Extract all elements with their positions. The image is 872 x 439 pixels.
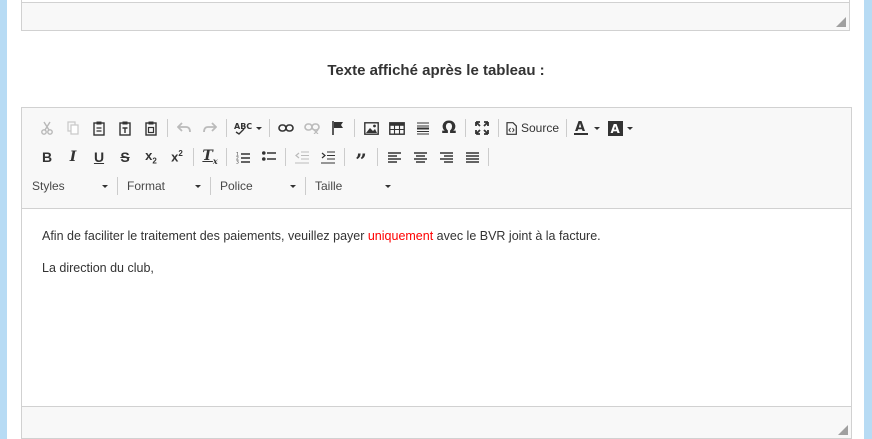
image-icon[interactable] [358, 116, 384, 140]
toolbar-row-2: B I U S x2 x2 Tx 123 ” [34, 145, 492, 171]
source-button[interactable]: Source [502, 116, 563, 140]
styles-dropdown-label: Styles [32, 179, 65, 193]
toolbar-separator [354, 119, 355, 137]
anchor-flag-icon[interactable] [325, 116, 351, 140]
table-icon[interactable] [384, 116, 410, 140]
size-dropdown-label: Taille [315, 179, 343, 193]
background-color-icon: A [608, 120, 624, 136]
svg-text:A: A [575, 120, 585, 135]
toolbar-separator [488, 148, 489, 166]
chevron-down-icon [195, 184, 201, 188]
underline-icon[interactable]: U [86, 145, 112, 169]
outdent-icon[interactable] [289, 145, 315, 169]
undo-icon[interactable] [171, 116, 197, 140]
paste-word-icon[interactable] [138, 116, 164, 140]
paste-text-icon[interactable] [112, 116, 138, 140]
font-dropdown[interactable]: Police [214, 174, 302, 198]
editor-heading: Texte affiché après le tableau : [327, 62, 545, 79]
copy-icon[interactable] [60, 116, 86, 140]
rich-text-editor: ABC Ω Source A A B I U S x2 x2 Tx 1 2 3 … [21, 107, 852, 439]
toolbar-separator [465, 119, 466, 137]
highlighted-text: uniquement [367, 229, 434, 243]
align-justify-icon[interactable] [459, 145, 485, 169]
remove-format-icon[interactable]: Tx [197, 145, 223, 169]
chevron-down-icon [290, 184, 296, 188]
subscript-icon[interactable]: x2 [138, 145, 164, 169]
styles-dropdown[interactable]: Styles [26, 174, 114, 198]
editor-toolbar: ABC Ω Source A A B I U S x2 x2 Tx 1 2 3 … [22, 108, 851, 209]
toolbar-separator [498, 119, 499, 137]
format-dropdown-label: Format [127, 179, 166, 193]
source-label: Source [521, 121, 560, 135]
resize-handle-icon[interactable] [836, 17, 846, 27]
blockquote-icon[interactable]: ” [348, 145, 374, 171]
svg-text:3: 3 [236, 159, 239, 164]
paste-icon[interactable] [86, 116, 112, 140]
maximize-icon[interactable] [469, 116, 495, 140]
background-color-button[interactable]: A [604, 116, 637, 140]
toolbar-separator [167, 119, 168, 137]
editor-statusbar [22, 406, 851, 438]
horizontal-line-icon[interactable] [410, 116, 436, 140]
toolbar-separator [226, 148, 227, 166]
size-dropdown[interactable]: Taille [309, 174, 397, 198]
toolbar-separator [566, 119, 568, 137]
unlink-icon[interactable] [299, 116, 325, 140]
superscript-icon[interactable]: x2 [164, 145, 190, 169]
toolbar-separator [285, 148, 286, 166]
align-left-icon[interactable] [381, 145, 407, 169]
resize-handle-icon[interactable] [838, 425, 848, 435]
bold-icon[interactable]: B [34, 145, 60, 169]
toolbar-separator [210, 177, 211, 195]
toolbar-row-1: ABC Ω Source A A [34, 116, 637, 140]
chevron-down-icon [102, 184, 108, 188]
bulleted-list-icon[interactable] [256, 145, 282, 169]
content-paragraph: La direction du club, [42, 261, 154, 275]
editor-content[interactable]: Afin de faciliter le traitement des paie… [42, 228, 832, 292]
toolbar-separator [193, 148, 194, 166]
numbered-list-icon[interactable]: 123 [230, 145, 256, 169]
redo-icon[interactable] [197, 116, 223, 140]
content-paragraph: Afin de faciliter le traitement des paie… [42, 229, 601, 243]
strikethrough-icon[interactable]: S [112, 145, 138, 169]
format-dropdown[interactable]: Format [121, 174, 207, 198]
spellcheck-icon[interactable]: ABC [230, 116, 266, 140]
source-icon [506, 121, 517, 135]
link-icon[interactable] [273, 116, 299, 140]
previous-editor-statusbar [22, 2, 849, 30]
toolbar-separator [377, 148, 378, 166]
align-right-icon[interactable] [433, 145, 459, 169]
toolbar-separator [269, 119, 270, 137]
special-char-icon[interactable]: Ω [436, 116, 462, 140]
toolbar-row-3: Styles Format Police Taille [26, 174, 397, 198]
previous-editor [21, 0, 850, 31]
italic-icon[interactable]: I [60, 145, 86, 169]
align-center-icon[interactable] [407, 145, 433, 169]
toolbar-separator [226, 119, 227, 137]
cut-icon[interactable] [34, 116, 60, 140]
font-dropdown-label: Police [220, 179, 253, 193]
indent-icon[interactable] [315, 145, 341, 169]
toolbar-separator [305, 177, 306, 195]
toolbar-separator [117, 177, 118, 195]
text-color-icon: A [574, 120, 589, 135]
svg-text:A: A [611, 122, 621, 136]
toolbar-separator [344, 148, 345, 166]
chevron-down-icon [385, 184, 391, 188]
text-color-button[interactable]: A [570, 116, 604, 140]
